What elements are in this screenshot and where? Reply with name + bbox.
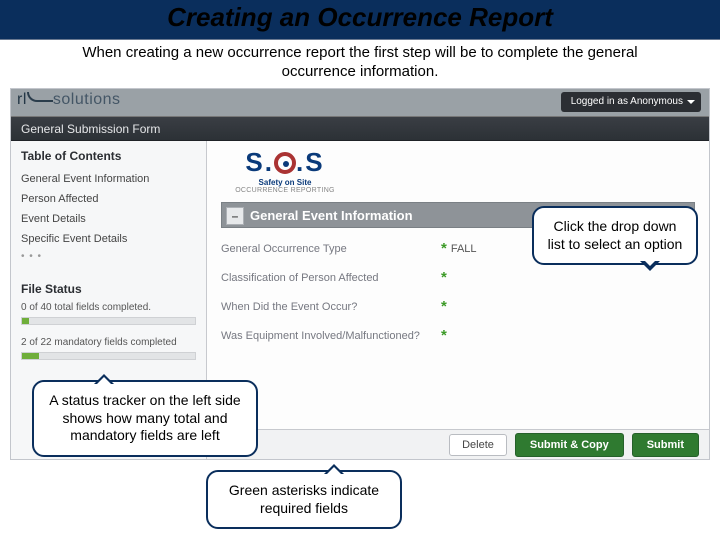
callout-tail-icon [640,261,660,281]
user-menu[interactable]: Logged in as Anonymous [561,92,701,112]
field-label: Classification of Person Affected [221,272,441,284]
callout-asterisk: Green asterisks indicate required fields [206,470,402,529]
required-asterisk-icon: * [441,240,447,257]
sos-logo: S..S Safety on Site OCCURRENCE REPORTING [225,147,345,194]
section-title: General Event Information [250,208,413,223]
required-asterisk-icon: * [441,327,447,344]
app-topbar: rl solutions Logged in as Anonymous [11,89,709,117]
callout-dropdown: Click the drop down list to select an op… [532,206,698,265]
brand-logo: rl solutions [17,91,121,109]
required-asterisk-icon: * [441,298,447,315]
sos-subtag: OCCURRENCE REPORTING [225,187,345,194]
toc-item-person[interactable]: Person Affected [11,189,206,209]
sos-wordmark: S..S [225,147,345,178]
mandatory-fields-line: 2 of 22 mandatory fields completed [11,337,206,348]
toc-header: Table of Contents [11,141,206,169]
form-header-bar: General Submission Form [11,117,709,141]
field-label: General Occurrence Type [221,243,441,255]
progress-mandatory [21,352,196,360]
progress-total-fill [22,318,29,324]
slide-title: Creating an Occurrence Report [0,2,720,33]
required-asterisk-icon: * [441,269,447,286]
field-row-equipment: Was Equipment Involved/Malfunctioned? * [221,327,695,344]
field-row-when: When Did the Event Occur? * [221,298,695,315]
field-row-classification: Classification of Person Affected * [221,269,695,286]
brand-rl: rl [17,91,27,108]
field-label: Was Equipment Involved/Malfunctioned? [221,330,441,342]
field-label: When Did the Event Occur? [221,301,441,313]
brand-solutions: solutions [53,91,121,108]
file-status-header: File Status [11,264,206,302]
toc-item-general[interactable]: General Event Information [11,169,206,189]
callout-status-tracker: A status tracker on the left side shows … [32,380,258,457]
brand-swoosh-icon [27,92,53,102]
callout-tail-icon [94,364,114,384]
submit-button[interactable]: Submit [632,433,699,457]
toc-more: • • • [11,249,206,264]
total-fields-line: 0 of 40 total fields completed. [11,302,206,313]
callout-text: Green asterisks indicate required fields [229,482,379,516]
main-panel: S..S Safety on Site OCCURRENCE REPORTING… [207,141,709,429]
toc-item-specific[interactable]: Specific Event Details [11,229,206,249]
form-footer: Delete Submit & Copy Submit [207,429,709,459]
progress-mandatory-fill [22,353,39,359]
toc-item-event-details[interactable]: Event Details [11,209,206,229]
callout-text: Click the drop down list to select an op… [548,218,683,252]
callout-tail-icon [324,454,344,474]
collapse-toggle-icon[interactable]: – [226,207,244,225]
delete-button[interactable]: Delete [449,434,507,456]
callout-text: A status tracker on the left side shows … [49,392,240,443]
slide-subtitle: When creating a new occurrence report th… [60,44,660,82]
sos-tagline: Safety on Site [225,178,345,187]
submit-copy-button[interactable]: Submit & Copy [515,433,624,457]
progress-total [21,317,196,325]
